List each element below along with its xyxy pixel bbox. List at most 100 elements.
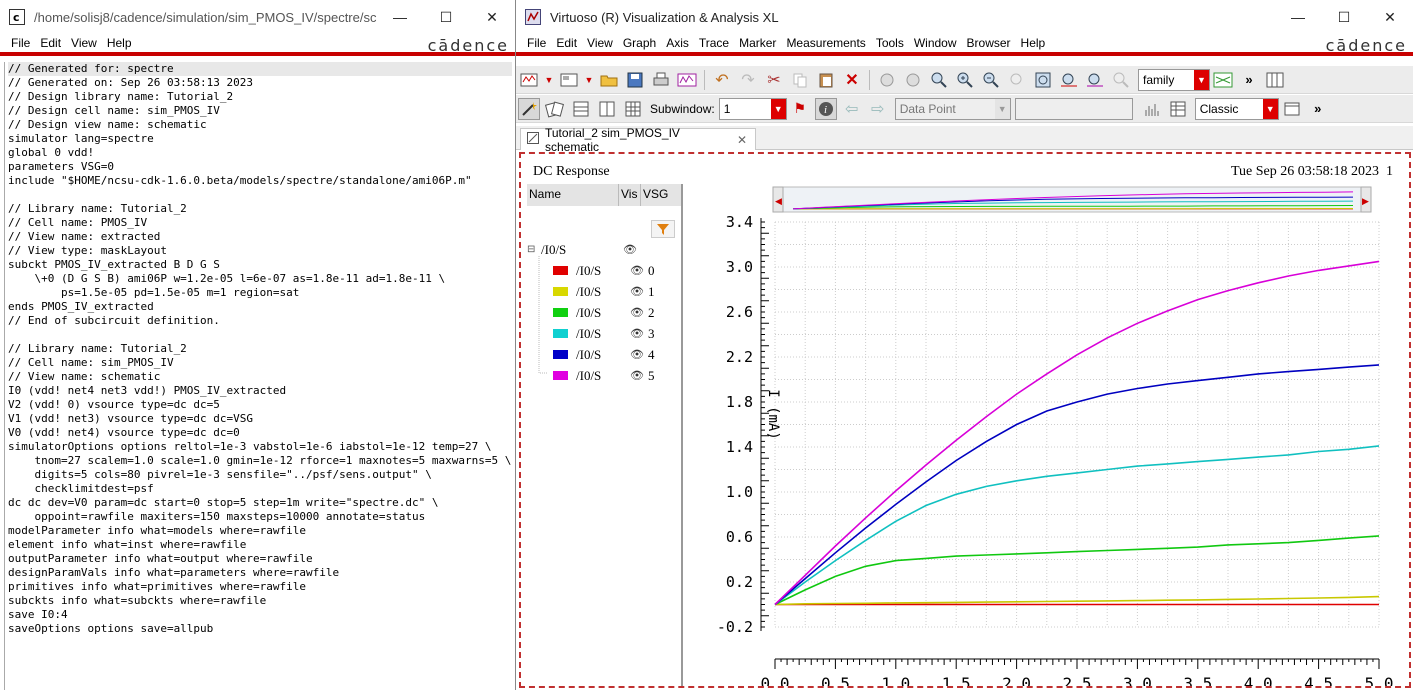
menu-browser[interactable]: Browser	[962, 36, 1016, 50]
zoom-fit-y-icon[interactable]	[1084, 69, 1106, 91]
scroll-right-arrow-icon[interactable]: ▶	[1362, 196, 1369, 206]
zoom-out-x-icon[interactable]	[902, 69, 924, 91]
netlist-line: // View type: maskLayout	[8, 244, 167, 257]
tile-layout-icon[interactable]	[622, 98, 644, 120]
cut-icon[interactable]: ✂	[763, 69, 785, 91]
menu-window[interactable]: Window	[909, 36, 962, 50]
menu-axis[interactable]: Axis	[661, 36, 694, 50]
flag-icon[interactable]: ⚑	[789, 98, 811, 120]
legend-col-vsg[interactable]: VSG	[641, 184, 681, 206]
menu-edit[interactable]: Edit	[551, 36, 582, 50]
cadence-logo: cādence	[427, 36, 509, 55]
trace-line-vsg-4[interactable]	[774, 364, 1380, 606]
delete-icon[interactable]: ✕	[841, 69, 863, 91]
zoom-y-icon[interactable]	[1006, 69, 1028, 91]
toolbar-overflow-icon[interactable]: »	[1307, 98, 1329, 120]
zoom-disabled-icon[interactable]	[1110, 69, 1132, 91]
info-icon[interactable]: i	[814, 97, 837, 120]
menu-trace[interactable]: Trace	[694, 36, 734, 50]
cards-icon[interactable]	[544, 98, 566, 120]
zoom-icon[interactable]	[928, 69, 950, 91]
data-point-value-field[interactable]	[1014, 97, 1133, 120]
family-combo[interactable]: family ▼	[1138, 68, 1210, 91]
legend-group-row[interactable]: ⊟ /I0/S 👁	[527, 239, 677, 260]
y-tick-label: 1.4	[726, 438, 753, 456]
table-icon[interactable]	[1167, 98, 1189, 120]
legend-trace-row[interactable]: /I0/S 👁 0	[553, 260, 655, 281]
dropdown-arrow-icon[interactable]: ▼	[584, 69, 594, 91]
legend-trace-row[interactable]: /I0/S 👁 4	[553, 344, 655, 365]
menu-graph[interactable]: Graph	[618, 36, 661, 50]
menu-edit[interactable]: Edit	[35, 36, 66, 50]
legend-trace-row[interactable]: /I0/S 👁 3	[553, 323, 655, 344]
eye-icon[interactable]: 👁	[630, 306, 648, 319]
paste-icon[interactable]	[815, 69, 837, 91]
eye-icon[interactable]: 👁	[630, 264, 648, 277]
subwindow-combo[interactable]: 1 ▼	[718, 97, 787, 120]
zoom-fit-x-icon[interactable]	[1058, 69, 1080, 91]
menu-help[interactable]: Help	[102, 36, 137, 50]
netlist-line: // Library name: Tutorial_2	[8, 202, 187, 215]
netlist-text-area[interactable]: // Generated for: spectre// Generated on…	[4, 62, 512, 690]
legend-trace-row[interactable]: /I0/S 👁 5	[553, 365, 655, 386]
eye-icon[interactable]: 👁	[630, 369, 648, 382]
menu-measurements[interactable]: Measurements	[781, 36, 870, 50]
magic-wand-icon[interactable]	[518, 97, 540, 120]
calculator-icon[interactable]	[676, 69, 698, 91]
fit-icon[interactable]	[1032, 69, 1054, 91]
stack-layout-icon[interactable]	[570, 98, 592, 120]
dc-response-chart[interactable]: ◀ ▶ 3.4 3.0 2.6 2.2 1.8 1.4 1.0 0.6 0.2 -0.2 0.0 0.5 1…	[689, 184, 1407, 686]
menu-tools[interactable]: Tools	[871, 36, 909, 50]
menu-file[interactable]: File	[6, 36, 35, 50]
graph-layout-icon[interactable]	[1212, 69, 1234, 91]
new-window-icon[interactable]	[518, 69, 540, 91]
plot-subwindow[interactable]: DC Response Tue Sep 26 03:58:18 2023 1 N…	[519, 152, 1411, 688]
undo-icon[interactable]: ↶	[711, 69, 733, 91]
zoom-out-icon[interactable]	[980, 69, 1002, 91]
print-icon[interactable]	[650, 69, 672, 91]
netlist-line: oppoint=rawfile maxiters=150 maxsteps=10…	[8, 510, 426, 523]
redo-icon[interactable]: ↷	[737, 69, 759, 91]
dropdown-arrow-icon[interactable]: ▼	[544, 69, 554, 91]
side-layout-icon[interactable]	[596, 98, 618, 120]
menu-view[interactable]: View	[582, 36, 618, 50]
bar-chart-icon[interactable]	[1141, 98, 1163, 120]
grid-view-icon[interactable]	[1264, 69, 1286, 91]
legend-trace-row[interactable]: /I0/S 👁 1	[553, 281, 655, 302]
eye-icon[interactable]: 👁	[630, 327, 648, 340]
zoom-in-icon[interactable]	[954, 69, 976, 91]
data-point-combo[interactable]: Data Point ▼	[894, 97, 1011, 120]
toolbar-overflow-icon[interactable]: »	[1238, 69, 1260, 91]
new-subwindow-icon[interactable]	[558, 69, 580, 91]
maximize-button[interactable]: ☐	[423, 0, 469, 34]
menu-view[interactable]: View	[66, 36, 102, 50]
save-icon[interactable]	[624, 69, 646, 91]
open-folder-icon[interactable]	[598, 69, 620, 91]
filter-icon[interactable]	[651, 220, 675, 241]
menu-file[interactable]: File	[522, 36, 551, 50]
menu-help[interactable]: Help	[1016, 36, 1051, 50]
style-combo[interactable]: Classic ▼	[1194, 97, 1279, 120]
eye-icon[interactable]: 👁	[623, 243, 637, 256]
netlist-line: V1 (vdd! net3) vsource type=dc dc=VSG	[8, 412, 254, 425]
close-button[interactable]: ✕	[469, 0, 515, 34]
menu-marker[interactable]: Marker	[734, 36, 781, 50]
minimize-button[interactable]: —	[377, 0, 423, 34]
close-tab-icon[interactable]: ✕	[737, 133, 747, 147]
tab-schematic[interactable]: Tutorial_2 sim_PMOS_IV schematic ✕	[520, 126, 756, 154]
minimize-button[interactable]: —	[1275, 0, 1321, 34]
collapse-tree-icon[interactable]: ⊟	[527, 244, 541, 255]
scroll-left-arrow-icon[interactable]: ◀	[775, 196, 782, 206]
eye-icon[interactable]: 👁	[630, 348, 648, 361]
forward-arrow-icon[interactable]: ⇨	[867, 98, 889, 120]
copy-icon[interactable]	[789, 69, 811, 91]
legend-trace-row[interactable]: /I0/S 👁 2	[553, 302, 655, 323]
window-icon[interactable]	[1281, 98, 1303, 120]
back-arrow-icon[interactable]: ⇦	[841, 98, 863, 120]
zoom-in-x-icon[interactable]	[876, 69, 898, 91]
maximize-button[interactable]: ☐	[1321, 0, 1367, 34]
eye-icon[interactable]: 👁	[630, 285, 648, 298]
close-button[interactable]: ✕	[1367, 0, 1413, 34]
legend-col-vis[interactable]: Vis	[619, 184, 641, 206]
legend-col-name[interactable]: Name	[527, 184, 619, 206]
